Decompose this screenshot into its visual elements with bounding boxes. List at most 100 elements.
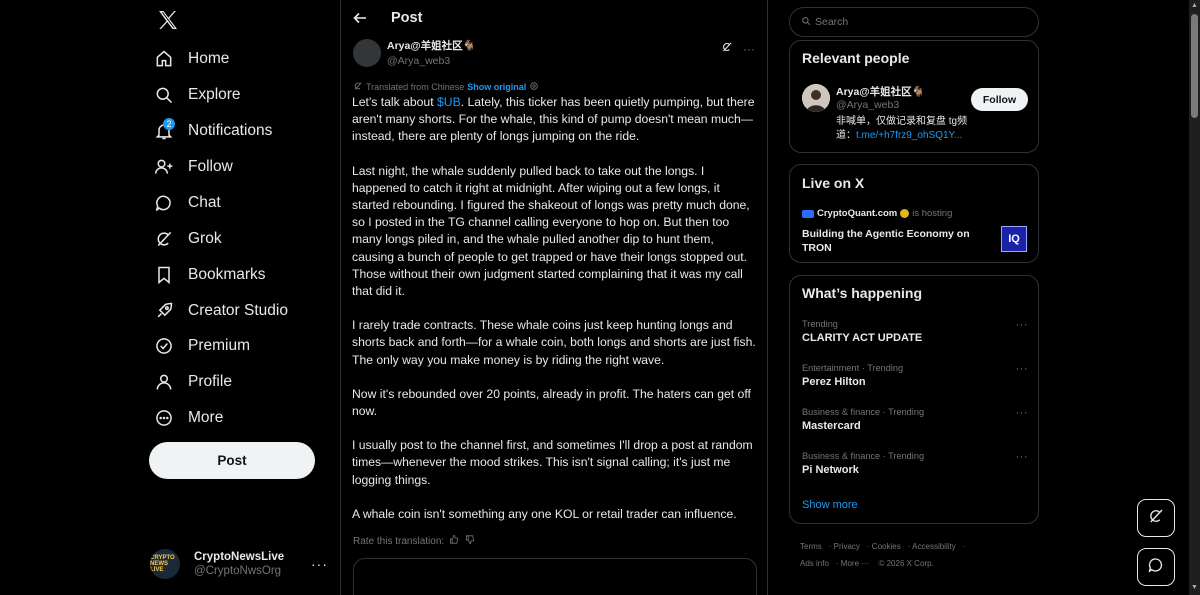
translate-icon xyxy=(353,81,363,93)
nav-creator-studio[interactable]: Creator Studio xyxy=(152,293,288,329)
trend-meta: Business & finance · Trending xyxy=(802,451,925,461)
left-nav: Home Explore 2 Notifications Follow Chat… xyxy=(140,0,340,595)
scroll-down-icon[interactable]: ▼ xyxy=(1191,584,1198,591)
live-on-x-card[interactable]: Live on X CryptoQuant.com is hosting Bui… xyxy=(789,164,1039,263)
host-text: is hosting xyxy=(912,208,953,219)
footer-link[interactable]: Ads info xyxy=(800,559,829,568)
nav-label: Notifications xyxy=(188,122,273,139)
author-handle[interactable]: @Arya_web3 xyxy=(387,55,476,67)
post-tools: ··· xyxy=(721,40,755,58)
search-input[interactable]: Search xyxy=(789,7,1039,37)
nav-explore[interactable]: Explore xyxy=(152,77,241,113)
account-name: CryptoNewsLive xyxy=(194,551,285,563)
post-button[interactable]: Post xyxy=(149,442,315,479)
trend-item[interactable]: Business & finance · Trending Mastercard… xyxy=(802,407,1028,432)
footer-link[interactable]: More ··· xyxy=(841,559,869,568)
rate-label: Rate this translation: xyxy=(353,535,445,547)
translation-notice: Translated from Chinese Show original xyxy=(353,81,539,93)
scroll-thumb[interactable] xyxy=(1191,14,1198,118)
nav-more[interactable]: More xyxy=(152,400,223,436)
nav-premium[interactable]: Premium xyxy=(152,328,250,364)
nav-label: Bookmarks xyxy=(188,266,266,283)
nav-label: Explore xyxy=(188,86,241,103)
grok-icon xyxy=(152,227,176,251)
page-title: Post xyxy=(391,10,423,26)
nav-follow[interactable]: Follow xyxy=(152,149,233,185)
account-more-icon[interactable]: ··· xyxy=(311,556,328,572)
bell-icon: 2 xyxy=(152,118,176,143)
post-author[interactable]: Arya@羊姐社区🐐 @Arya_web3 xyxy=(353,38,476,67)
show-original-link[interactable]: Show original xyxy=(467,82,526,92)
space-thumbnail[interactable]: IQ xyxy=(1001,226,1027,252)
relevant-person-handle[interactable]: @Arya_web3 xyxy=(836,99,899,111)
author-avatar[interactable] xyxy=(353,38,381,67)
author-name[interactable]: Arya@羊姐社区🐐 xyxy=(387,38,476,53)
rate-translation: Rate this translation: xyxy=(353,534,476,548)
whats-happening-card: What’s happening Trending CLARITY ACT UP… xyxy=(789,275,1039,524)
bio-link[interactable]: t.me/+h7frz9_ohSQ1Y... xyxy=(856,130,962,141)
card-title: What’s happening xyxy=(802,285,923,301)
relevant-person-avatar[interactable] xyxy=(802,84,830,112)
cryptoquant-logo-icon xyxy=(802,209,814,218)
trend-more-icon[interactable]: ··· xyxy=(1016,451,1029,463)
nav-home[interactable]: Home xyxy=(152,41,229,77)
trend-more-icon[interactable]: ··· xyxy=(1016,319,1029,331)
nav-label: Premium xyxy=(188,337,251,354)
relevant-person-name[interactable]: Arya@羊姐社区🐐 xyxy=(836,84,925,99)
grok-icon[interactable] xyxy=(721,40,733,58)
nav-grok[interactable]: Grok xyxy=(152,221,222,257)
post-header: Post xyxy=(353,10,422,26)
relevant-people-card: Relevant people Arya@羊姐社区🐐 @Arya_web3 非喊… xyxy=(789,40,1039,153)
x-logo-icon[interactable] xyxy=(156,8,180,32)
post-paragraph: A whale coin isn't something any one KOL… xyxy=(352,506,737,521)
trend-item[interactable]: Business & finance · Trending Pi Network… xyxy=(802,451,1028,476)
nav-label: Chat xyxy=(188,194,221,211)
trend-name: Pi Network xyxy=(802,464,859,476)
search-icon xyxy=(801,16,811,29)
live-host: CryptoQuant.com is hosting xyxy=(802,208,952,219)
account-avatar: CRYPTO NEWS LIVE xyxy=(150,549,180,579)
relevant-person-bio: 非喊单，仅做记录和复盘 tg频道：t.me/+h7frz9_ohSQ1Y... xyxy=(836,115,986,143)
trend-more-icon[interactable]: ··· xyxy=(1016,407,1029,419)
cashtag-link[interactable]: $UB xyxy=(437,95,461,109)
nav-label: More xyxy=(188,409,224,426)
card-title: Relevant people xyxy=(802,50,910,66)
scroll-up-icon[interactable]: ▲ xyxy=(1191,2,1198,9)
post-paragraph: I rarely trade contracts. These whale co… xyxy=(352,318,756,367)
account-switcher[interactable]: CRYPTO NEWS LIVE CryptoNewsLive @CryptoN… xyxy=(150,544,340,584)
post-paragraph: Let's talk about $UB. Lately, this ticke… xyxy=(352,94,756,146)
text-segment: Let's talk about xyxy=(352,95,437,109)
translated-label: Translated from Chinese xyxy=(366,82,465,92)
footer-link[interactable]: Cookies xyxy=(872,542,901,551)
trend-item[interactable]: Trending CLARITY ACT UPDATE ··· xyxy=(802,319,1028,344)
follow-button[interactable]: Follow xyxy=(971,88,1028,111)
back-arrow-icon[interactable] xyxy=(353,11,367,25)
footer-link[interactable]: Terms xyxy=(800,542,822,551)
chat-icon xyxy=(152,191,176,215)
embedded-card[interactable] xyxy=(353,558,757,595)
grok-float-button[interactable] xyxy=(1137,499,1175,537)
card-title: Live on X xyxy=(802,175,865,191)
nav-chat[interactable]: Chat xyxy=(152,185,221,221)
account-handle: @CryptoNwsOrg xyxy=(194,565,282,577)
post-paragraph: I usually post to the channel first, and… xyxy=(352,438,753,487)
trend-more-icon[interactable]: ··· xyxy=(1016,363,1029,375)
settings-icon[interactable] xyxy=(529,81,539,93)
footer-link[interactable]: Accessibility xyxy=(912,542,956,551)
nav-profile[interactable]: Profile xyxy=(152,364,232,400)
show-more-link[interactable]: Show more xyxy=(802,499,858,511)
nav-label: Follow xyxy=(188,158,233,175)
chat-float-button[interactable] xyxy=(1137,548,1175,586)
footer-link[interactable]: Privacy xyxy=(834,542,860,551)
thumbs-up-icon[interactable] xyxy=(449,534,460,548)
space-title[interactable]: Building the Agentic Economy on TRON xyxy=(802,227,982,255)
nav-notifications[interactable]: 2 Notifications xyxy=(152,113,272,149)
post-body: Let's talk about $UB. Lately, this ticke… xyxy=(352,94,756,540)
trend-item[interactable]: Entertainment · Trending Perez Hilton ··… xyxy=(802,363,1028,388)
nav-bookmarks[interactable]: Bookmarks xyxy=(152,257,266,293)
page-scrollbar[interactable]: ▲ ▼ xyxy=(1189,0,1200,595)
post-more-icon[interactable]: ··· xyxy=(743,42,755,56)
thumbs-down-icon[interactable] xyxy=(465,534,476,548)
post-paragraph: Last night, the whale suddenly pulled ba… xyxy=(352,163,750,299)
trend-name: CLARITY ACT UPDATE xyxy=(802,332,923,344)
